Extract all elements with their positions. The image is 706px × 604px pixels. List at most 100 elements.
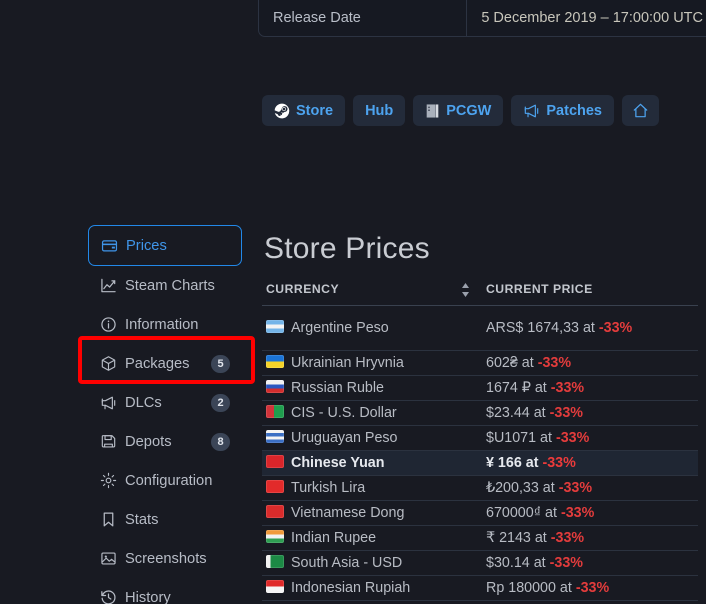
info-value-cell: 5 December 2019 – 17:00:00 UTC: [467, 0, 706, 36]
sidebar-item-label: Steam Charts: [125, 278, 230, 294]
info-table-row: Release Date 5 December 2019 – 17:00:00 U…: [259, 0, 706, 36]
info-value-text: 5 December 2019 – 17:00:00 UTC: [481, 10, 703, 26]
sidebar-item-label: Prices: [126, 238, 229, 254]
discount-value: -33%: [551, 380, 584, 396]
sidebar-item-depots[interactable]: Depots 8: [88, 422, 242, 461]
flag-icon: [266, 530, 284, 543]
flag-icon: [266, 380, 284, 393]
price-cell: Rp 180000 at -33%: [482, 576, 698, 601]
price-cell: ARS$ 1674,33 at -33%: [482, 306, 698, 351]
price-cell: 1674 ₽ at -33%: [482, 376, 698, 401]
discount-value: -33%: [599, 320, 632, 336]
info-label-cell: Release Date: [259, 0, 467, 36]
table-row[interactable]: Indonesian RupiahRp 180000 at -33%: [262, 576, 698, 601]
price-value: 602₴ at: [486, 355, 534, 371]
sidebar-item-label: Information: [125, 317, 230, 333]
sidebar-item-badge: 8: [211, 433, 230, 451]
table-row[interactable]: Ukrainian Hryvnia602₴ at -33%: [262, 351, 698, 376]
table-row[interactable]: Russian Ruble1674 ₽ at -33%: [262, 376, 698, 401]
prices-table-body: Argentine Peso ARS$ 1674,33 at -33%Ukrain…: [262, 306, 698, 601]
pcgw-button[interactable]: PCGW: [413, 95, 503, 126]
external-links-button-row: Store Hub PCGW Patches: [262, 95, 659, 126]
home-button[interactable]: [622, 95, 659, 126]
currency-name: Argentine Peso: [291, 320, 389, 336]
column-header-currency[interactable]: CURRENCY: [262, 282, 482, 306]
main-panel: Store Prices CURRENCY CURRENT PRICE Arge…: [262, 232, 698, 601]
info-label: Release Date: [273, 10, 361, 26]
column-header-price-label: CURRENT PRICE: [486, 282, 593, 296]
price-cell: $U1071 at -33%: [482, 426, 698, 451]
page-title: Store Prices: [264, 232, 698, 266]
table-row[interactable]: Indian Rupee₹ 2143 at -33%: [262, 526, 698, 551]
table-row[interactable]: Uruguayan Peso$U1071 at -33%: [262, 426, 698, 451]
price-value: $23.44 at: [486, 405, 546, 421]
column-header-currency-label: CURRENCY: [266, 282, 339, 296]
flag-icon: [266, 430, 284, 443]
currency-name: South Asia - USD: [291, 555, 402, 571]
table-row[interactable]: South Asia - USD $30.14 at -33%: [262, 551, 698, 576]
price-value: ₺200,33 at: [486, 480, 555, 496]
currency-cell: Indonesian Rupiah: [262, 576, 482, 601]
currency-cell: Uruguayan Peso: [262, 426, 482, 451]
table-row[interactable]: Chinese Yuan ¥ 166 at -33%: [262, 451, 698, 476]
currency-name: Chinese Yuan: [291, 455, 385, 471]
price-cell: $23.44 at -33%: [482, 401, 698, 426]
sidebar-item-label: Screenshots: [125, 551, 230, 567]
price-cell: $30.14 at -33%: [482, 551, 698, 576]
currency-cell: Russian Ruble: [262, 376, 482, 401]
price-value: ¥ 166 at: [486, 455, 538, 471]
patches-button[interactable]: Patches: [511, 95, 614, 126]
flag-icon: [266, 355, 284, 368]
price-cell: ¥ 166 at -33%: [482, 451, 698, 476]
sort-updown-icon[interactable]: [461, 283, 470, 300]
currency-cell: CIS - U.S. Dollar: [262, 401, 482, 426]
sidebar-item-label: Stats: [125, 512, 230, 528]
save-icon: [100, 433, 117, 450]
sidebar-item-steam-charts[interactable]: Steam Charts: [88, 266, 242, 305]
sidebar-item-screenshots[interactable]: Screenshots: [88, 539, 242, 578]
table-row[interactable]: Turkish Lira₺200,33 at -33%: [262, 476, 698, 501]
table-row[interactable]: Argentine Peso ARS$ 1674,33 at -33%: [262, 306, 698, 351]
sidebar-item-prices[interactable]: Prices: [88, 225, 242, 266]
megaphone-icon: [100, 394, 117, 411]
discount-value: -33%: [561, 505, 594, 521]
bookmark-icon: [100, 511, 117, 528]
flag-icon: [266, 505, 284, 518]
discount-value: -33%: [550, 405, 583, 421]
sidebar-item-configuration[interactable]: Configuration: [88, 461, 242, 500]
discount-value: -33%: [542, 455, 575, 471]
credit-card-icon: [101, 237, 118, 254]
sidebar-item-dlcs[interactable]: DLCs2: [88, 383, 242, 422]
sidebar-item-stats[interactable]: Stats: [88, 500, 242, 539]
megaphone-icon: [523, 103, 540, 119]
hub-button[interactable]: Hub: [353, 95, 405, 126]
history-icon: [100, 589, 117, 604]
info-table-body: Last Change Number?10246276Release Date5…: [259, 0, 706, 36]
table-row[interactable]: Vietnamese Dong670000₫ at -33%: [262, 501, 698, 526]
home-icon: [632, 102, 649, 119]
store-button[interactable]: Store: [262, 95, 345, 126]
info-circle-icon: [100, 316, 117, 333]
sidebar-item-badge: 2: [211, 394, 230, 412]
currency-cell: South Asia - USD: [262, 551, 482, 576]
sidebar-item-label: Depots: [125, 434, 203, 450]
button-label: Patches: [546, 103, 602, 119]
flag-icon: [266, 455, 284, 468]
sidebar-item-badge: 5: [211, 355, 230, 373]
sidebar-item-information[interactable]: Information: [88, 305, 242, 344]
sidebar-item-history[interactable]: History: [88, 578, 242, 604]
store-prices-table: CURRENCY CURRENT PRICE Argentine Peso ARS…: [262, 282, 698, 601]
flag-icon: [266, 405, 284, 418]
button-label: Store: [296, 103, 333, 119]
table-row[interactable]: CIS - U.S. Dollar$23.44 at -33%: [262, 401, 698, 426]
discount-value: -33%: [538, 355, 571, 371]
sidebar-item-packages[interactable]: Packages5: [88, 344, 242, 383]
flag-icon: [266, 480, 284, 493]
column-header-current-price[interactable]: CURRENT PRICE: [482, 282, 698, 306]
sidebar-item-label: History: [125, 590, 230, 604]
price-cell: ₹ 2143 at -33%: [482, 526, 698, 551]
discount-value: -33%: [559, 480, 592, 496]
currency-cell: Ukrainian Hryvnia: [262, 351, 482, 376]
price-value: 670000₫ at: [486, 505, 557, 521]
price-cell: 602₴ at -33%: [482, 351, 698, 376]
